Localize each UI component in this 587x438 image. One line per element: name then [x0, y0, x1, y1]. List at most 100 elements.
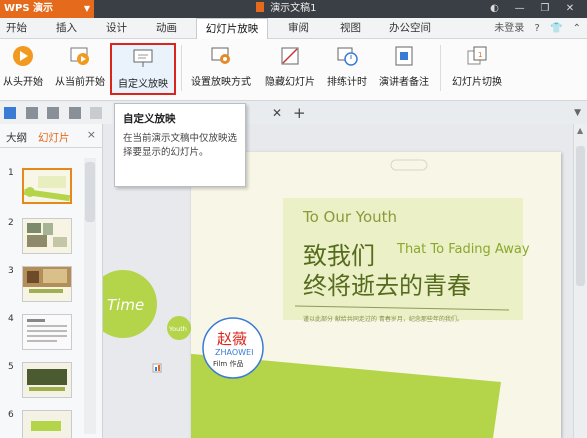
app-menu-button[interactable]: WPS 演示 ▼	[0, 0, 94, 18]
from-current-label: 从当前开始	[55, 77, 105, 88]
save-icon[interactable]	[4, 107, 16, 119]
close-icon[interactable]: ✕	[559, 0, 581, 18]
thumb-number: 4	[8, 314, 14, 324]
tab-slideshow[interactable]: 幻灯片放映	[196, 18, 268, 39]
tab-review[interactable]: 审阅	[288, 18, 309, 39]
presenter-notes-label: 演讲者备注	[379, 77, 429, 88]
document-tab-strip: ✕ + ▼	[246, 104, 587, 124]
slide-thumb-4[interactable]: 4	[0, 314, 86, 354]
pane-tabs: 大纲 幻灯片 ×	[0, 124, 102, 148]
thumb-preview-5	[27, 369, 67, 391]
slide-thumb-5[interactable]: 5	[0, 362, 86, 402]
scrollbar-thumb[interactable]	[85, 162, 95, 222]
thumb-number: 3	[8, 266, 14, 276]
from-current-button[interactable]: 从当前开始	[50, 43, 110, 95]
transition-button[interactable]: 1 幻灯片切换	[446, 43, 508, 95]
thumb-image	[22, 218, 72, 254]
slide-thumb-3[interactable]: 3	[0, 266, 86, 306]
thumb-image	[22, 168, 72, 204]
play-icon	[13, 46, 33, 66]
menu-bar: 开始 插入 设计 动画 幻灯片放映 审阅 视图 办公空间 未登录 ? 👕 ⌃	[0, 18, 587, 39]
presenter-notes-button[interactable]: 演讲者备注	[374, 43, 434, 95]
tab-slides[interactable]: 幻灯片	[38, 130, 70, 145]
thumb-image	[22, 266, 72, 302]
scroll-up-icon[interactable]: ▲	[577, 126, 583, 135]
quick-access-toolbar	[0, 102, 112, 139]
youth-text: Youth	[168, 325, 187, 333]
transition-label: 幻灯片切换	[452, 77, 502, 88]
svg-text:1: 1	[478, 51, 482, 59]
thumb-number: 5	[8, 362, 14, 372]
setup-show-button[interactable]: 设置放映方式	[186, 43, 256, 95]
tab-menu-icon[interactable]: ▼	[574, 108, 581, 118]
title-line-1-en: That To Fading Away	[397, 242, 530, 257]
rehearse-button[interactable]: 排练计时	[322, 43, 372, 95]
thumb-image	[22, 362, 72, 398]
hide-slide-button[interactable]: 隐藏幻灯片	[260, 43, 320, 95]
rehearse-label: 排练计时	[327, 77, 367, 88]
close-pane-icon[interactable]: ×	[87, 128, 96, 141]
tab-home[interactable]: 开始	[6, 18, 27, 39]
slide-canvas[interactable]: To Our Youth 致我们 That To Fading Away 终将逝…	[171, 152, 561, 438]
maximize-icon[interactable]: ❐	[534, 0, 556, 18]
close-tab-icon[interactable]: ✕	[272, 106, 282, 120]
tab-view[interactable]: 视图	[340, 18, 361, 39]
tooltip-description: 在当前演示文稿中仅放映选择要显示的幻灯片。	[123, 133, 238, 158]
play-current-icon	[70, 47, 89, 65]
thumb-preview-4	[27, 319, 67, 342]
thumb-preview-3	[23, 267, 71, 293]
seal-en: ZHAOWEI	[215, 348, 254, 357]
seal-name: 赵薇	[217, 330, 248, 348]
add-tab-icon[interactable]: +	[293, 104, 306, 122]
presentation-screen-icon	[133, 49, 153, 67]
seal-sub: Film 作品	[213, 360, 244, 368]
notes-icon	[395, 46, 413, 66]
slide-handle	[390, 159, 428, 171]
print-icon[interactable]	[47, 107, 59, 119]
menu-right-area: 未登录 ? 👕 ⌃	[487, 18, 581, 39]
slide-thumb-1[interactable]: 1	[0, 168, 86, 208]
preview-icon[interactable]	[68, 107, 81, 119]
tab-insert[interactable]: 插入	[56, 18, 77, 39]
scrollbar-thumb[interactable]	[576, 146, 585, 286]
tab-office-space[interactable]: 办公空间	[389, 18, 431, 39]
chart-icon[interactable]	[152, 363, 162, 373]
undo-icon[interactable]	[90, 107, 102, 119]
tab-animation[interactable]: 动画	[156, 18, 177, 39]
window-controls: ◐ — ❐ ✕	[483, 0, 581, 18]
setup-show-label: 设置放映方式	[191, 77, 251, 88]
from-start-label: 从头开始	[3, 77, 43, 88]
custom-show-tooltip: 自定义放映 在当前演示文稿中仅放映选择要显示的幻灯片。	[114, 103, 246, 187]
title-line-2: 终将逝去的青春	[303, 272, 471, 300]
slide-pane-scrollbar[interactable]	[84, 158, 96, 434]
help-icon[interactable]: ?	[534, 23, 539, 34]
slide-thumb-6[interactable]: 6	[0, 410, 86, 438]
ribbon-collapse-icon[interactable]: ⌃	[573, 23, 581, 34]
thumb-number: 2	[8, 218, 14, 228]
ribbon-separator	[440, 45, 441, 91]
login-link[interactable]: 未登录	[494, 23, 524, 34]
thumb-number: 6	[8, 410, 14, 420]
slide-thumb-2[interactable]: 2	[0, 218, 86, 258]
hide-slide-label: 隐藏幻灯片	[265, 77, 315, 88]
editor-scrollbar[interactable]: ▲	[573, 124, 587, 438]
custom-show-button[interactable]: 自定义放映	[110, 43, 176, 95]
thumb-number: 1	[8, 168, 14, 178]
from-start-button[interactable]: 从头开始	[0, 43, 46, 95]
transition-icon: 1	[467, 46, 487, 65]
thumb-preview-6	[31, 421, 61, 431]
shirt-icon[interactable]: 👕	[550, 23, 562, 34]
skin-icon[interactable]: ◐	[483, 0, 505, 18]
thumb-preview-1	[23, 176, 71, 202]
document-icon	[256, 2, 264, 12]
tab-outline[interactable]: 大纲	[6, 130, 27, 145]
open-icon[interactable]	[25, 107, 38, 119]
document-title: 演示文稿1	[270, 3, 317, 14]
tab-design[interactable]: 设计	[106, 18, 127, 39]
minimize-icon[interactable]: —	[509, 0, 531, 18]
tooltip-title: 自定义放映	[123, 113, 176, 125]
thumb-preview-2	[27, 223, 67, 247]
thumb-image	[22, 410, 72, 438]
ribbon: 从头开始 从当前开始 自定义放映 设置放映方式 隐藏幻灯片 排练计时 演讲者备注…	[0, 39, 587, 101]
document-tab[interactable]: 演示文稿1	[256, 0, 317, 18]
